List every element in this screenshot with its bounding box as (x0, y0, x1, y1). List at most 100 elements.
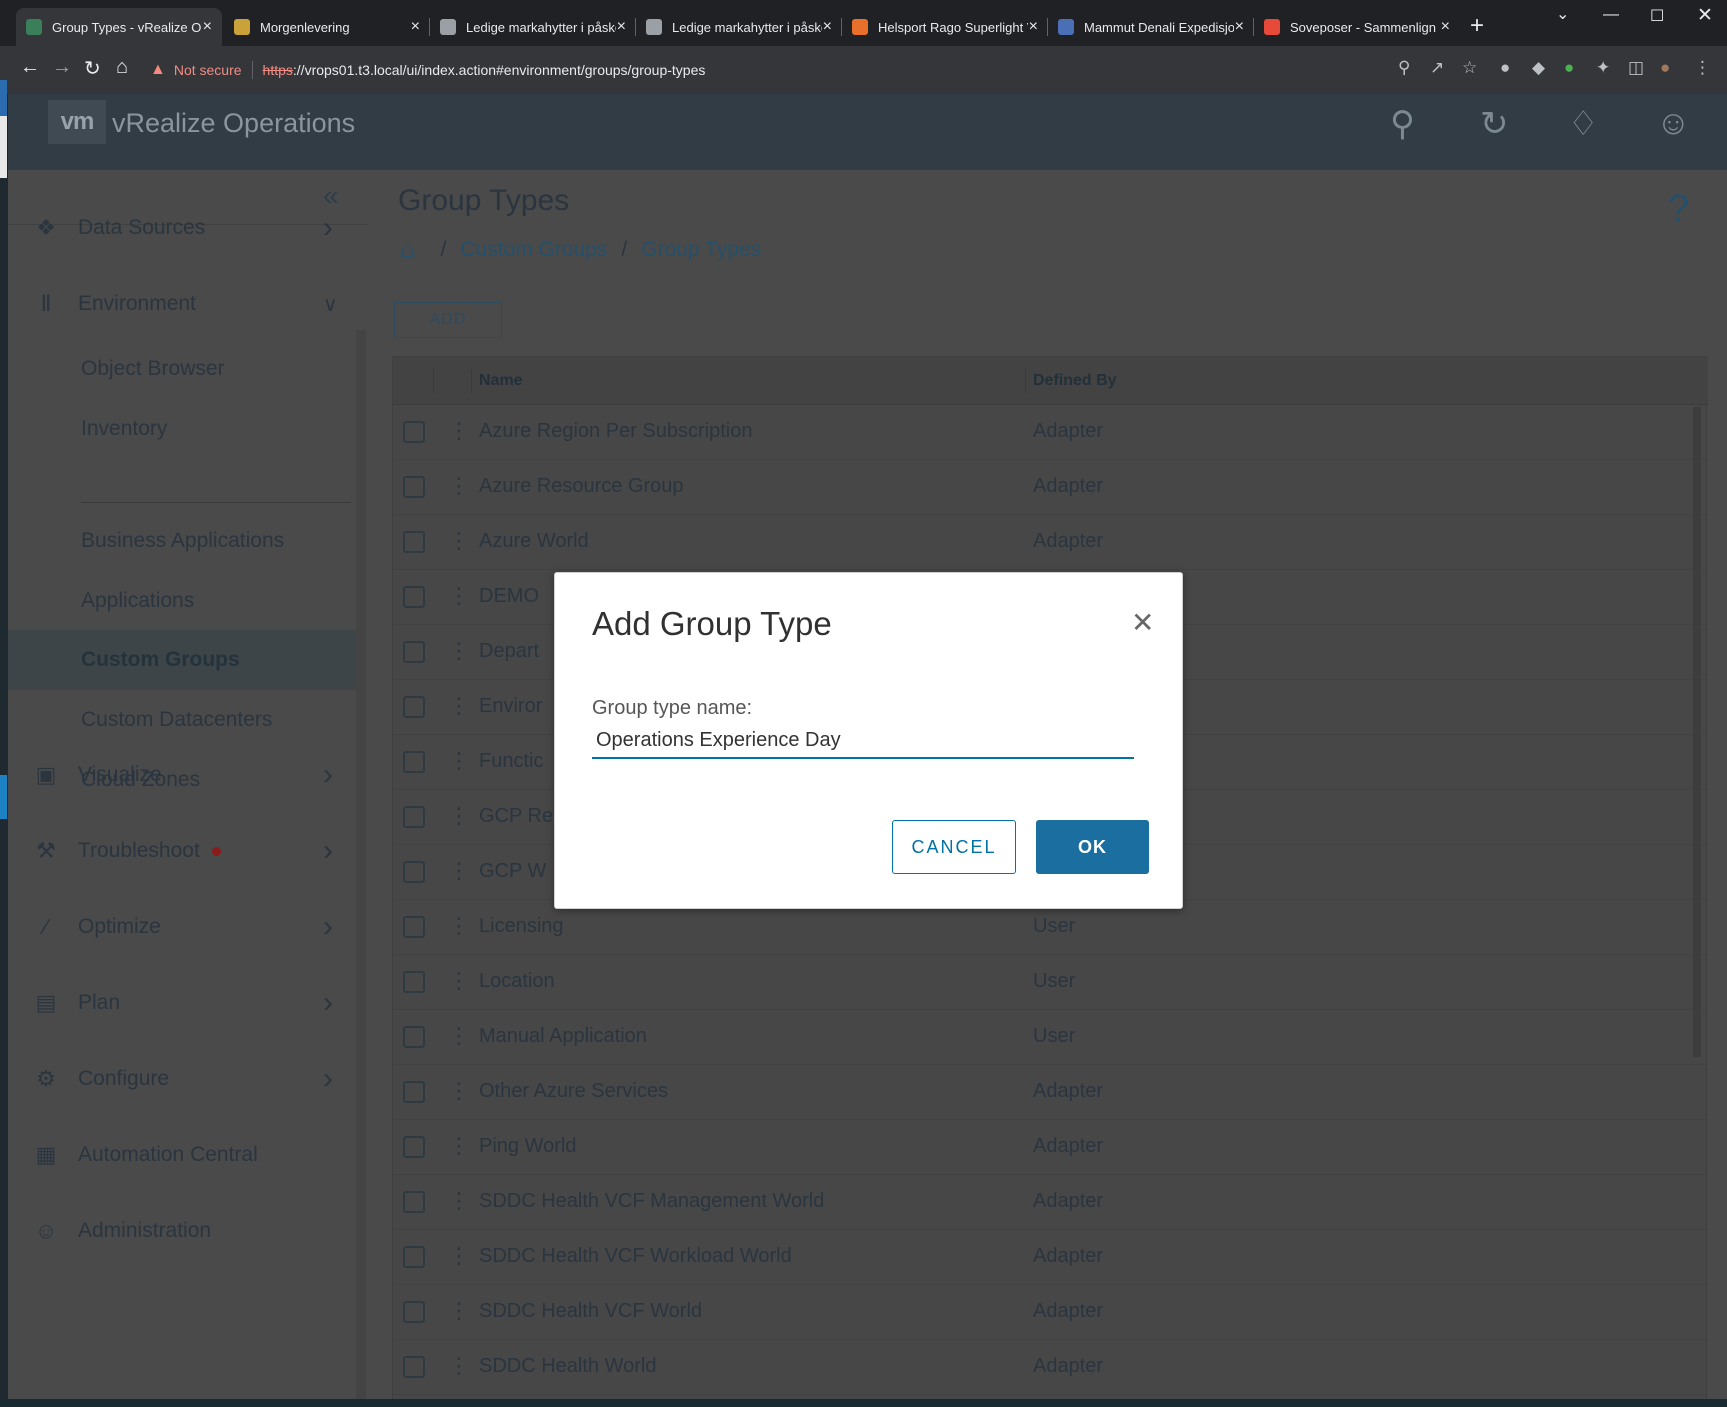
row-actions-icon[interactable]: ⋮ (448, 1132, 470, 1160)
search-icon[interactable]: ⚲ (1390, 104, 1415, 144)
home-icon[interactable]: ⌂ (116, 56, 128, 79)
new-tab-button[interactable]: + (1470, 12, 1484, 40)
row-checkbox[interactable] (403, 751, 425, 773)
row-actions-icon[interactable]: ⋮ (448, 1352, 470, 1380)
bookmark-star-icon[interactable]: ☆ (1462, 58, 1477, 78)
browser-tab[interactable]: Soveposer - Sammenlign p × (1254, 8, 1460, 46)
help-icon[interactable]: ? (1668, 188, 1689, 231)
tab-close-icon[interactable]: × (1441, 18, 1450, 36)
table-row[interactable]: ⋮ SDDC Health VCF Workload World Adapter (393, 1230, 1708, 1285)
user-icon[interactable]: ☺ (1656, 104, 1691, 143)
sidebar-item-administration[interactable]: ☺ Administration (8, 1209, 356, 1253)
vmware-logo[interactable]: vm (48, 100, 106, 144)
breadcrumb-custom-groups[interactable]: Custom Groups (460, 238, 607, 262)
row-actions-icon[interactable]: ⋮ (448, 967, 470, 995)
row-checkbox[interactable] (403, 476, 425, 498)
cancel-button[interactable]: CANCEL (892, 820, 1016, 874)
row-actions-icon[interactable]: ⋮ (448, 527, 470, 555)
table-row[interactable]: ⋮ SDDC Health VCF Management World Adapter (393, 1175, 1708, 1230)
sidebar-subitem-custom-groups[interactable]: Custom Groups (81, 648, 240, 672)
browser-tab[interactable]: Morgenlevering × (224, 8, 430, 46)
row-actions-icon[interactable]: ⋮ (448, 857, 470, 885)
row-checkbox[interactable] (403, 641, 425, 663)
row-actions-icon[interactable]: ⋮ (448, 1022, 470, 1050)
row-checkbox[interactable] (403, 1026, 425, 1048)
row-checkbox[interactable] (403, 916, 425, 938)
tab-close-icon[interactable]: × (1235, 18, 1244, 36)
table-row[interactable]: ⋮ Manual Application User (393, 1010, 1708, 1065)
sidebar-item-automation-central[interactable]: ▦ Automation Central (8, 1133, 356, 1177)
sidebar-item-environment[interactable]: Ⅱ Environment ∨ (8, 282, 356, 326)
profile-avatar[interactable]: ● (1660, 58, 1670, 78)
address-bar[interactable]: ▲ Not secure https ://vrops01.t3.local/u… (150, 53, 1482, 87)
sidebar-item-configure[interactable]: ⚙ Configure › (8, 1057, 356, 1101)
row-checkbox[interactable] (403, 1356, 425, 1378)
row-actions-icon[interactable]: ⋮ (448, 1242, 470, 1270)
home-icon[interactable]: ⌂ (400, 236, 415, 264)
sidebar-subitem-applications[interactable]: Applications (81, 589, 194, 613)
row-actions-icon[interactable]: ⋮ (448, 472, 470, 500)
close-icon[interactable]: ✕ (1131, 609, 1154, 637)
sidebar-subitem-business-applications[interactable]: Business Applications (81, 529, 284, 553)
extension-ghost-icon[interactable]: ● (1500, 58, 1510, 78)
row-actions-icon[interactable]: ⋮ (448, 692, 470, 720)
sidebar-item-troubleshoot[interactable]: ⚒ Troubleshoot › (8, 829, 356, 873)
extensions-puzzle-icon[interactable]: ✦ (1596, 58, 1610, 78)
sidebar-item-data-sources[interactable]: ❖ Data Sources › (8, 206, 356, 250)
column-header-name[interactable]: Name (479, 372, 523, 390)
sidebar-item-optimize[interactable]: ∕ Optimize › (8, 905, 356, 949)
extension-globe-icon[interactable]: ● (1564, 58, 1574, 78)
row-checkbox[interactable] (403, 586, 425, 608)
table-row[interactable]: ⋮ SDDC Health VCF World Adapter (393, 1285, 1708, 1340)
row-checkbox[interactable] (403, 531, 425, 553)
browser-tab[interactable]: Mammut Denali Expedisjon × (1048, 8, 1254, 46)
tab-close-icon[interactable]: × (1029, 18, 1038, 36)
tab-close-icon[interactable]: × (823, 18, 832, 36)
refresh-icon[interactable]: ↻ (1480, 104, 1509, 144)
extension-m-icon[interactable]: ◆ (1532, 58, 1545, 78)
row-checkbox[interactable] (403, 696, 425, 718)
minimize-button[interactable]: — (1603, 6, 1619, 24)
forward-icon[interactable]: → (52, 56, 72, 79)
sidebar-item-plan[interactable]: ▤ Plan › (8, 981, 356, 1025)
sidebar-subitem-inventory[interactable]: Inventory (81, 417, 167, 441)
table-row[interactable]: ⋮ Azure Region Per Subscription Adapter (393, 405, 1708, 460)
ok-button[interactable]: OK (1036, 820, 1149, 874)
bell-icon[interactable]: ♢ (1568, 104, 1598, 144)
group-type-name-input[interactable] (592, 723, 1134, 759)
row-actions-icon[interactable]: ⋮ (448, 417, 470, 445)
tab-search-icon[interactable]: ⌄ (1556, 4, 1569, 24)
back-icon[interactable]: ← (20, 56, 40, 79)
sidebar-scrollbar[interactable] (356, 330, 366, 1407)
row-checkbox[interactable] (403, 1191, 425, 1213)
window-close-button[interactable]: ✕ (1697, 4, 1713, 27)
row-actions-icon[interactable]: ⋮ (448, 912, 470, 940)
table-row[interactable]: ⋮ Other Azure Services Adapter (393, 1065, 1708, 1120)
tab-close-icon[interactable]: × (411, 18, 420, 36)
row-checkbox[interactable] (403, 971, 425, 993)
row-actions-icon[interactable]: ⋮ (448, 637, 470, 665)
tab-close-icon[interactable]: × (617, 18, 626, 36)
reload-icon[interactable]: ↻ (84, 56, 101, 81)
sidebar-subitem-custom-datacenters[interactable]: Custom Datacenters (81, 708, 272, 732)
row-checkbox[interactable] (403, 421, 425, 443)
browser-tab[interactable]: Ledige markahytter i påske × (430, 8, 636, 46)
sidepanel-icon[interactable]: ◫ (1628, 58, 1644, 78)
row-actions-icon[interactable]: ⋮ (448, 1077, 470, 1105)
sidebar-subitem-object-browser[interactable]: Object Browser (81, 357, 225, 381)
row-checkbox[interactable] (403, 861, 425, 883)
grid-scrollbar[interactable] (1693, 407, 1701, 1057)
row-checkbox[interactable] (403, 1246, 425, 1268)
row-checkbox[interactable] (403, 806, 425, 828)
zoom-icon[interactable]: ⚲ (1398, 58, 1410, 78)
table-row[interactable]: ⋮ SDDC Health World Adapter (393, 1340, 1708, 1395)
table-row[interactable]: ⋮ Ping World Adapter (393, 1120, 1708, 1175)
row-actions-icon[interactable]: ⋮ (448, 747, 470, 775)
browser-tab[interactable]: Group Types - vRealize Op × (16, 8, 222, 46)
browser-tab[interactable]: Helsport Rago Superlight V × (842, 8, 1048, 46)
row-actions-icon[interactable]: ⋮ (448, 1297, 470, 1325)
browser-menu-icon[interactable]: ⋮ (1694, 58, 1711, 78)
row-actions-icon[interactable]: ⋮ (448, 1187, 470, 1215)
sidebar-subitem-cloud-zones[interactable]: Cloud Zones (81, 768, 200, 792)
table-row[interactable]: ⋮ Azure Resource Group Adapter (393, 460, 1708, 515)
